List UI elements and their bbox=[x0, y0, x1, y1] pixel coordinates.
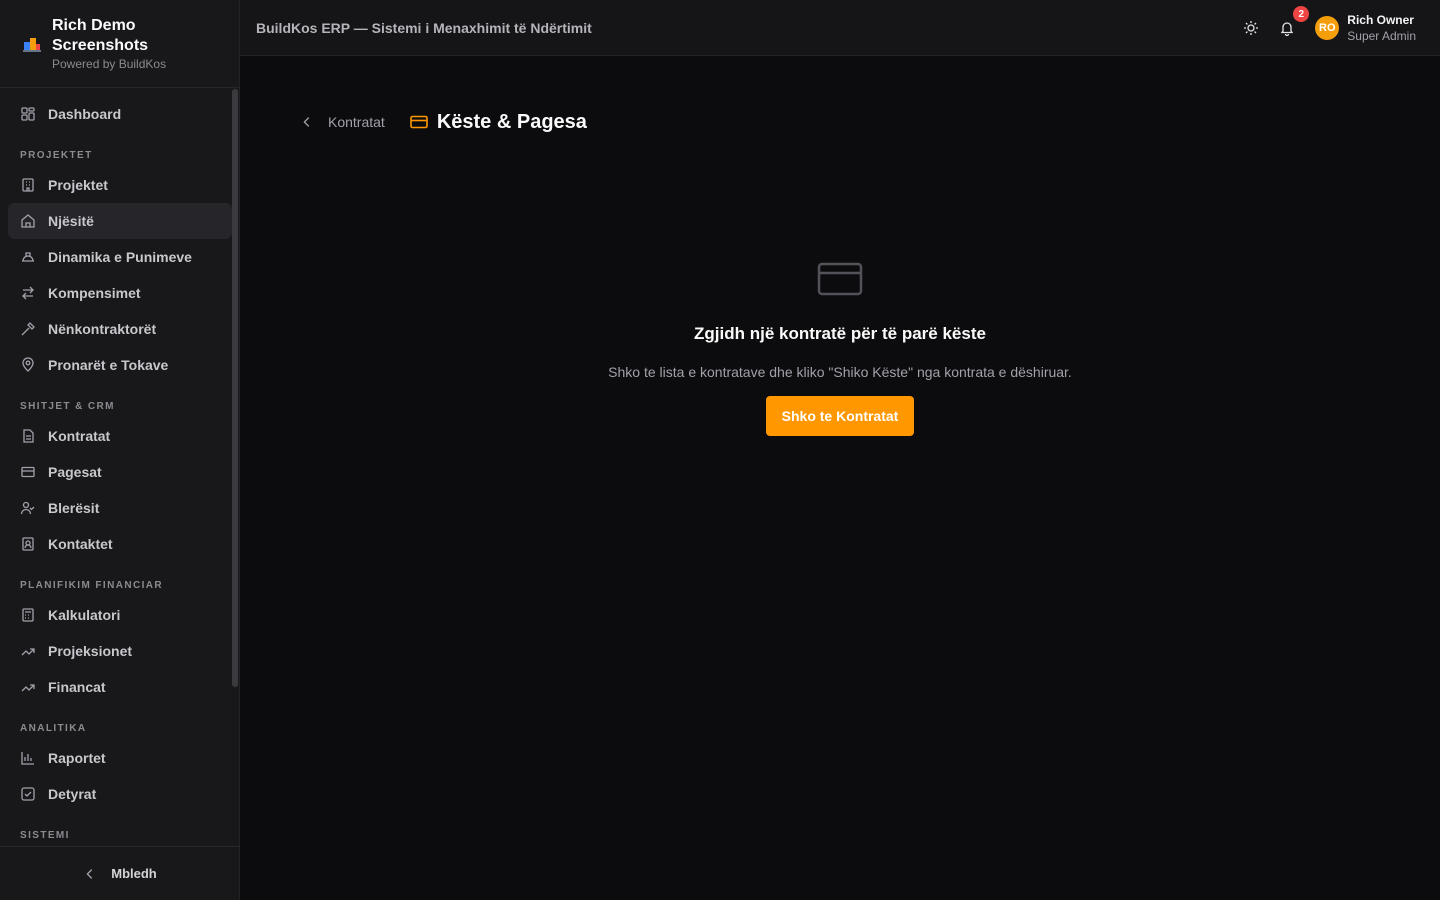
credit-card-icon bbox=[410, 115, 428, 129]
section-planifikim: PLANIFIKIM FINANCIAR bbox=[20, 580, 163, 591]
sidebar-item-label: Kompensimet bbox=[48, 285, 141, 301]
building-icon bbox=[22, 178, 34, 192]
calculator-icon bbox=[22, 608, 34, 622]
sidebar-item-label: Pagesat bbox=[48, 464, 102, 480]
sidebar-item-kompensimet[interactable]: Kompensimet bbox=[8, 275, 232, 311]
sidebar-item-nenkontraktoret[interactable]: Nënkontraktorët bbox=[8, 311, 232, 347]
page-header: Kontratat Këste & Pagesa bbox=[300, 106, 587, 138]
sidebar-item-projektet[interactable]: Projektet bbox=[8, 167, 232, 203]
sidebar-item-label: Kalkulatori bbox=[48, 607, 121, 623]
sidebar-item-bleresit[interactable]: Blerësit bbox=[8, 490, 232, 526]
hardhat-icon bbox=[22, 252, 34, 262]
user-name: Rich Owner bbox=[1347, 13, 1414, 27]
brand-logo-icon bbox=[23, 37, 41, 52]
brand[interactable]: Rich Demo Screenshots Powered by BuildKo… bbox=[0, 0, 239, 88]
header-title: BuildKos ERP — Sistemi i Menaxhimit të N… bbox=[256, 19, 592, 36]
back-label: Kontratat bbox=[328, 114, 385, 130]
home-icon bbox=[21, 214, 35, 228]
sidebar-item-pronaret[interactable]: Pronarët e Tokave bbox=[8, 347, 232, 383]
trending-up-icon bbox=[21, 648, 35, 656]
sidebar-item-label: Raportet bbox=[48, 750, 106, 766]
checkbox-icon bbox=[21, 787, 35, 801]
map-pin-icon bbox=[22, 357, 34, 372]
brand-name: Rich Demo Screenshots bbox=[52, 17, 149, 54]
sidebar-item-raportet[interactable]: Raportet bbox=[8, 740, 232, 776]
back-to-contracts-link[interactable]: Kontratat bbox=[300, 114, 385, 130]
sidebar-item-kontratat[interactable]: Kontratat bbox=[8, 418, 232, 454]
collapse-button[interactable]: Mbledh bbox=[0, 846, 240, 900]
sidebar-item-label: Financat bbox=[48, 679, 106, 695]
sidebar-item-label: Detyrat bbox=[48, 786, 97, 802]
sidebar-item-pagesat[interactable]: Pagesat bbox=[8, 454, 232, 490]
dashboard-icon bbox=[21, 107, 35, 121]
credit-card-icon bbox=[21, 466, 35, 478]
notification-badge: 2 bbox=[1293, 6, 1310, 22]
brand-powered: Powered by BuildKos bbox=[52, 57, 167, 71]
sidebar-item-kalkulatori[interactable]: Kalkulatori bbox=[8, 597, 232, 633]
top-header: BuildKos ERP — Sistemi i Menaxhimit të N… bbox=[240, 0, 1440, 56]
sidebar-item-financat[interactable]: Financat bbox=[8, 669, 232, 705]
sun-icon bbox=[1244, 21, 1259, 35]
credit-card-icon bbox=[817, 262, 863, 296]
sidebar-item-dinamika[interactable]: Dinamika e Punimeve bbox=[8, 239, 232, 275]
theme-toggle-button[interactable] bbox=[1241, 18, 1261, 38]
empty-state-description: Shko te lista e kontratave dhe kliko "Sh… bbox=[608, 364, 1072, 380]
document-icon bbox=[23, 429, 34, 443]
sidebar-item-label: Nënkontraktorët bbox=[48, 321, 157, 337]
empty-state: Zgjidh një kontratë për të parë këste Sh… bbox=[240, 256, 1440, 436]
sidebar-item-detyrat[interactable]: Detyrat bbox=[8, 776, 232, 812]
sidebar-item-label: Dashboard bbox=[48, 106, 122, 122]
chevron-left-icon bbox=[86, 868, 93, 879]
user-menu[interactable]: Rich Owner Super Admin bbox=[1347, 12, 1416, 44]
sidebar-item-label: Projeksionet bbox=[48, 643, 133, 659]
page-title: Këste & Pagesa bbox=[436, 110, 587, 133]
contact-icon bbox=[22, 537, 34, 551]
swap-icon bbox=[22, 286, 34, 300]
section-analitika: ANALITIKA bbox=[20, 723, 87, 734]
sidebar-item-label: Pronarët e Tokave bbox=[48, 357, 169, 373]
sidebar-item-label: Kontratat bbox=[48, 428, 111, 444]
user-check-icon bbox=[20, 501, 35, 515]
bell-icon bbox=[1281, 22, 1294, 36]
sidebar-item-dashboard[interactable]: Dashboard bbox=[8, 96, 232, 132]
sidebar-nav: Dashboard PROJEKTET Projektet Njësitë Di… bbox=[0, 88, 240, 846]
section-projektet: PROJEKTET bbox=[20, 150, 93, 161]
sidebar-item-label: Njësitë bbox=[48, 213, 94, 229]
sidebar: Rich Demo Screenshots Powered by BuildKo… bbox=[0, 0, 240, 900]
trending-up-icon bbox=[21, 684, 35, 692]
section-sistemi: SISTEMI bbox=[20, 830, 70, 841]
go-to-contracts-button[interactable]: Shko te Kontratat bbox=[765, 396, 915, 436]
sidebar-item-kontaktet[interactable]: Kontaktet bbox=[8, 526, 232, 562]
empty-state-title: Zgjidh një kontratë për të parë këste bbox=[694, 324, 986, 343]
collapse-label: Mbledh bbox=[111, 866, 157, 881]
sidebar-item-label: Dinamika e Punimeve bbox=[48, 249, 192, 265]
sidebar-item-label: Projektet bbox=[48, 177, 108, 193]
notifications-button[interactable]: 2 bbox=[1277, 6, 1310, 38]
user-role: Super Admin bbox=[1347, 29, 1416, 43]
sidebar-item-njesite[interactable]: Njësitë bbox=[8, 203, 232, 239]
sidebar-item-label: Blerësit bbox=[48, 500, 100, 516]
bar-chart-icon bbox=[21, 752, 34, 765]
main-content: Kontratat Këste & Pagesa Zgjidh një kont… bbox=[240, 56, 1440, 900]
chevron-left-icon bbox=[303, 117, 310, 127]
avatar[interactable]: RO bbox=[1315, 16, 1340, 40]
sidebar-item-projeksionet[interactable]: Projeksionet bbox=[8, 633, 232, 669]
sidebar-item-label: Kontaktet bbox=[48, 536, 113, 552]
sidebar-scrollbar[interactable] bbox=[232, 89, 238, 687]
section-shitjet: SHITJET & CRM bbox=[20, 401, 115, 412]
hammer-icon bbox=[21, 322, 35, 336]
